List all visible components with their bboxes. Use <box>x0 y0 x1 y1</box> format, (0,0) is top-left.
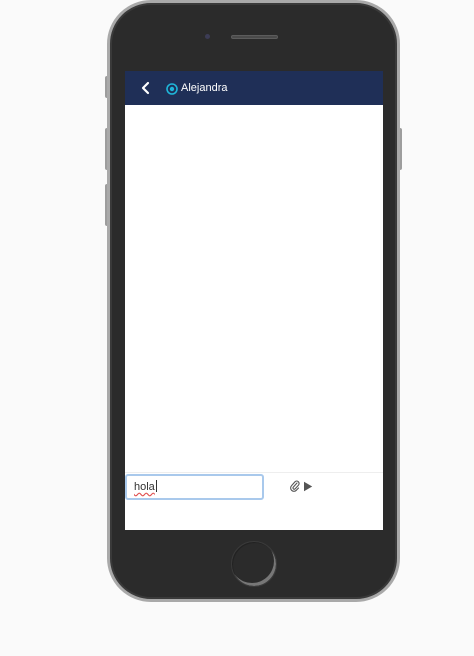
message-list[interactable] <box>125 105 383 472</box>
contact-name: Alejandra <box>181 82 228 94</box>
phone-screen: Alejandra hola <box>125 71 383 530</box>
paperclip-icon[interactable] <box>290 479 300 492</box>
send-icon[interactable] <box>303 479 313 492</box>
message-composer: hola <box>125 472 383 530</box>
chat-header: Alejandra <box>125 71 383 105</box>
message-input-value: hola <box>134 481 155 493</box>
text-caret <box>156 480 157 492</box>
front-camera <box>205 34 210 39</box>
earpiece-speaker <box>231 35 278 39</box>
chevron-left-icon[interactable] <box>140 81 152 95</box>
online-ring-icon <box>166 82 178 95</box>
home-button <box>231 541 277 587</box>
